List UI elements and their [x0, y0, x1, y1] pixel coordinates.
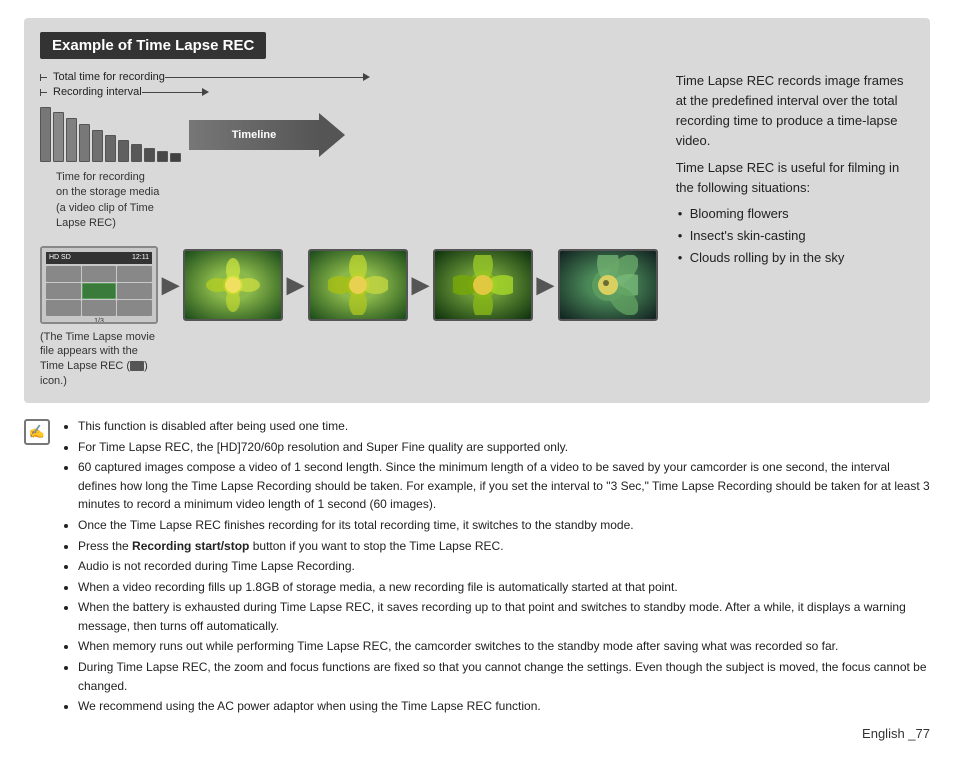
note-item-9: When memory runs out while performing Ti…: [78, 637, 930, 656]
note-item-5: Press the Recording start/stop button if…: [78, 537, 930, 556]
timeline-arrow-label: Timeline: [232, 129, 276, 141]
diagram-box: Example of Time Lapse REC Total time for…: [24, 18, 930, 403]
frames-and-arrow: Timeline: [40, 107, 658, 162]
frame-4: [79, 124, 90, 162]
note-item-1: This function is disabled after being us…: [78, 417, 930, 436]
bullet-item-3: Clouds rolling by in the sky: [676, 248, 914, 268]
arrow-right-2: [202, 88, 209, 96]
menu-cell-7: [46, 300, 81, 316]
frame-8: [131, 144, 142, 162]
bullet-item-2: Insect's skin-casting: [676, 226, 914, 246]
flower-bg-4: [560, 251, 656, 319]
menu-cell-8: [82, 300, 117, 316]
timeline-arrow-tip: [319, 113, 345, 157]
frame-7: [118, 140, 129, 162]
diagram-title: Example of Time Lapse REC: [40, 32, 266, 59]
menu-mockup: HD SD 12:11: [42, 248, 156, 322]
menu-cell-9: [117, 300, 152, 316]
frame-2: [53, 112, 64, 162]
frame-9: [144, 148, 155, 162]
page-number: English _77: [862, 726, 930, 741]
bold-text: Recording start/stop: [132, 539, 249, 553]
big-timeline-arrow: Timeline: [189, 113, 345, 157]
note-item-2: For Time Lapse REC, the [HD]720/60p reso…: [78, 438, 930, 457]
note-item-3: 60 captured images compose a video of 1 …: [78, 458, 930, 514]
frame-3: [66, 118, 77, 162]
photo-frame-3: [433, 249, 533, 321]
note-item-6: Audio is not recorded during Time Lapse …: [78, 557, 930, 576]
total-time-row: Total time for recording: [40, 71, 370, 83]
frame-10: [157, 151, 168, 162]
frame-11: [170, 153, 181, 162]
frame-6: [105, 135, 116, 162]
photo-frame-2: [308, 249, 408, 321]
photo-caption-text: (The Time Lapse movie file appears with …: [40, 331, 155, 388]
timeline-arrow-body: Timeline: [189, 120, 319, 150]
page-number-row: English _77: [24, 726, 930, 741]
note-item-4: Once the Time Lapse REC finishes recordi…: [78, 516, 930, 535]
description-area: Time Lapse REC records image frames at t…: [676, 71, 914, 270]
menu-cell-6: [117, 283, 152, 299]
storage-note-text: Time for recordingon the storage media(a…: [56, 171, 159, 229]
flower-svg-2: [328, 255, 388, 315]
note-icon: ✍: [24, 419, 50, 445]
photo-frame-1: [183, 249, 283, 321]
menu-cell-5: [82, 283, 117, 299]
note-item-7: When a video recording fills up 1.8GB of…: [78, 578, 930, 597]
photo-strip: HD SD 12:11: [40, 246, 658, 324]
timeline-arrows-section: Total time for recording Recording inter…: [40, 71, 370, 99]
menu-cell-3: [117, 266, 152, 282]
menu-grid: [46, 266, 152, 316]
desc-para2: Time Lapse REC is useful for filming in …: [676, 158, 914, 198]
notes-list: This function is disabled after being us…: [62, 417, 930, 716]
flower-svg-1: [203, 255, 263, 315]
flower-svg-3: [453, 255, 513, 315]
arrow-4: ▶: [537, 272, 554, 298]
film-frames: [40, 107, 181, 162]
diagram-inner: Total time for recording Recording inter…: [40, 71, 914, 389]
flower-bg-1: [185, 251, 281, 319]
menu-cell-1: [46, 266, 81, 282]
note-icon-symbol: ✍: [29, 424, 45, 440]
photo-caption: (The Time Lapse movie file appears with …: [40, 330, 160, 389]
storage-note: Time for recordingon the storage media(a…: [56, 170, 658, 232]
flower-bg-2: [310, 251, 406, 319]
total-time-label: Total time for recording: [53, 71, 165, 83]
recording-interval-row: Recording interval: [40, 86, 370, 98]
page: Example of Time Lapse REC Total time for…: [0, 0, 954, 757]
photo-frame-4: [558, 249, 658, 321]
notes-content: This function is disabled after being us…: [62, 417, 930, 718]
menu-mode: HD SD: [49, 254, 71, 261]
arrow-right-1: [363, 73, 370, 81]
note-item-11: We recommend using the AC power adaptor …: [78, 697, 930, 716]
menu-time: 12:11: [132, 254, 149, 261]
frame-5: [92, 130, 103, 162]
note-item-10: During Time Lapse REC, the zoom and focu…: [78, 658, 930, 695]
photo-frame-menu: HD SD 12:11: [40, 246, 158, 324]
arrow-2: ▶: [287, 272, 304, 298]
flower-bg-3: [435, 251, 531, 319]
timeline-illustration: Total time for recording Recording inter…: [40, 71, 658, 389]
desc-para1: Time Lapse REC records image frames at t…: [676, 71, 914, 152]
flower-svg-4: [578, 255, 638, 315]
recording-interval-label: Recording interval: [53, 86, 142, 98]
notes-section: ✍ This function is disabled after being …: [24, 417, 930, 718]
menu-cell-4: [46, 283, 81, 299]
menu-top-bar: HD SD 12:11: [46, 252, 152, 264]
menu-cell-2: [82, 266, 117, 282]
bullet-item-1: Blooming flowers: [676, 204, 914, 224]
arrow-1: ▶: [162, 272, 179, 298]
frame-1: [40, 107, 51, 162]
bullet-list: Blooming flowers Insect's skin-casting C…: [676, 204, 914, 268]
note-item-8: When the battery is exhausted during Tim…: [78, 598, 930, 635]
arrow-3: ▶: [412, 272, 429, 298]
